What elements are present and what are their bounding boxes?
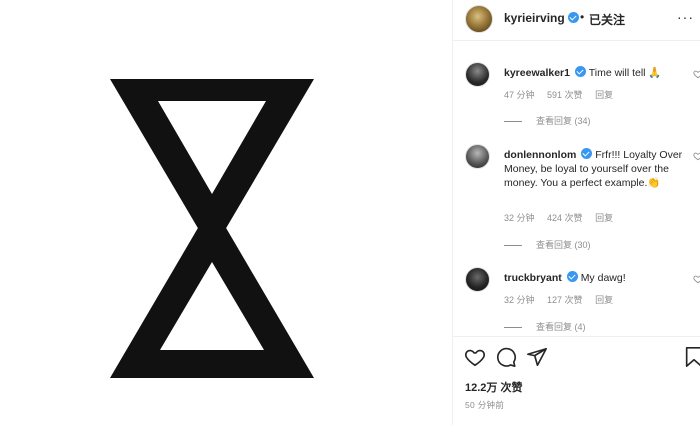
comment-like-heart-icon[interactable] [693,274,700,284]
comment-text: Time will tell 🙏 [588,67,662,79]
reply-button[interactable]: 回复 [595,213,613,223]
verified-badge-icon [581,148,593,159]
author-username[interactable]: kyrieirving [504,11,579,25]
reply-button[interactable]: 回复 [595,90,613,100]
replies-line [504,245,522,247]
comment-body: donlennonlom Frfr!!! Loyalty Over Money,… [504,148,684,190]
bookmark-icon[interactable] [683,346,700,368]
comment-like-count[interactable]: 591 次赞 [547,90,583,100]
view-replies-link[interactable]: 查看回复 (30) [504,238,591,251]
replies-line [504,121,522,123]
commenter-avatar[interactable] [465,267,490,292]
verified-badge-icon [574,66,586,77]
post-header: kyrieirving • 已关注 ··· [453,0,700,41]
comment-meta: 47 分钟 591 次赞 回复 [504,88,623,101]
reply-button[interactable]: 回复 [595,295,613,305]
following-button[interactable]: 已关注 [589,11,625,28]
hourglass-logo-image [110,79,314,378]
comment-age: 32 分钟 [504,213,535,223]
more-options-icon[interactable]: ··· [677,9,694,25]
view-replies-link[interactable]: 查看回复 (34) [504,114,591,127]
commenter-avatar[interactable] [465,144,490,169]
header-separator: • [580,10,585,24]
replies-line [504,327,522,329]
comment-body: kyreewalker1 Time will tell 🙏 [504,66,684,80]
verified-badge-icon [566,271,578,282]
author-avatar[interactable] [465,5,493,33]
comment-like-count[interactable]: 127 次赞 [547,295,583,305]
view-replies-link[interactable]: 查看回复 (4) [504,320,586,333]
comment-body: truckbryant My dawg! [504,271,684,285]
comment-text: My dawg! [580,272,626,284]
comment-like-heart-icon[interactable] [693,151,700,161]
share-icon[interactable] [526,346,548,368]
post-image-panel [0,0,452,425]
post-timestamp[interactable]: 50 分钟前 [465,399,504,411]
comment-age: 47 分钟 [504,90,535,100]
commenter-username[interactable]: donlennonlom [504,149,576,161]
comment-like-count[interactable]: 424 次赞 [547,213,583,223]
comment-meta: 32 分钟 127 次赞 回复 [504,293,623,306]
commenter-avatar[interactable] [465,62,490,87]
comment-icon[interactable] [495,346,517,368]
verified-badge-icon [567,12,579,23]
actions-divider [453,336,700,337]
comment-age: 32 分钟 [504,295,535,305]
comments-panel: kyrieirving • 已关注 ··· kyreewalker1 Time … [453,0,700,425]
commenter-username[interactable]: kyreewalker1 [504,67,570,79]
heart-icon[interactable] [464,346,486,368]
post-like-count[interactable]: 12.2万 次赞 [465,379,522,395]
commenter-username[interactable]: truckbryant [504,272,562,284]
comment-like-heart-icon[interactable] [693,69,700,79]
comment-meta: 32 分钟 424 次赞 回复 [504,211,623,224]
